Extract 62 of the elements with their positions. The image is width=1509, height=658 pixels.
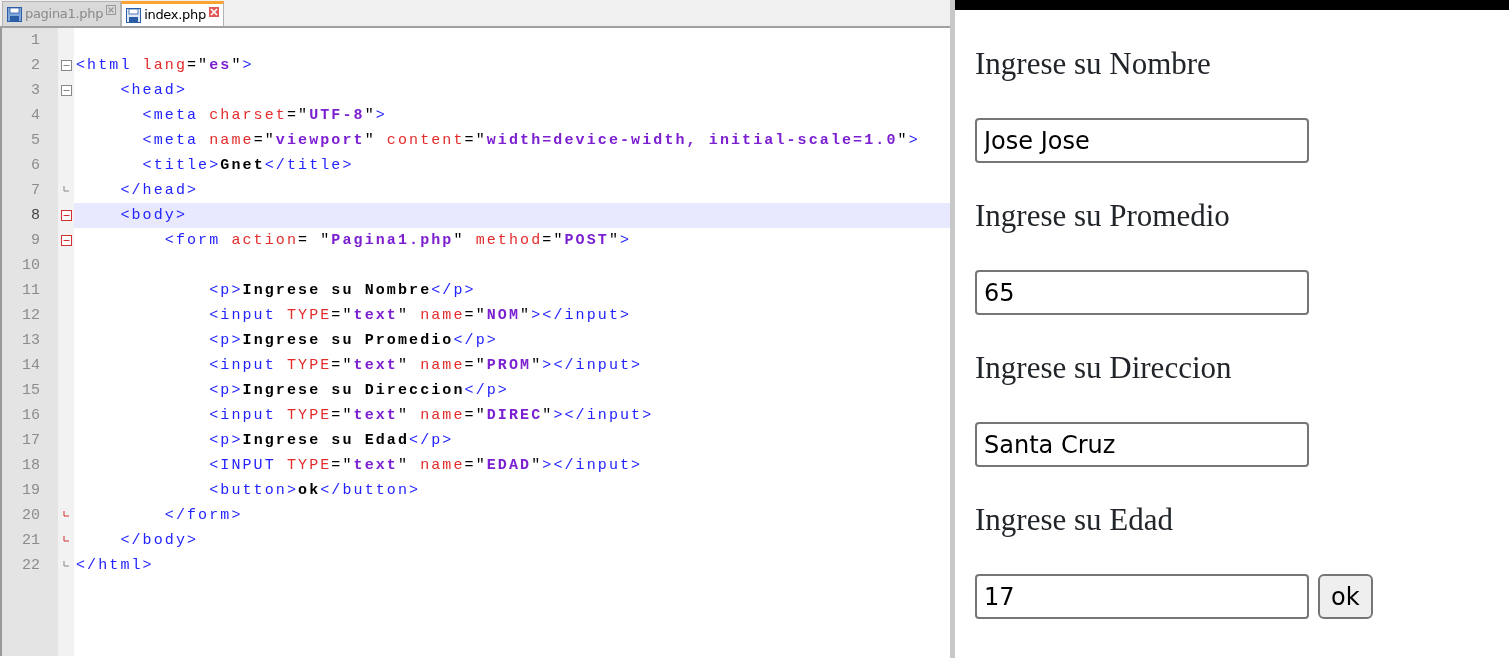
code-line: <form action= "Pagina1.php" method="POST"> (163, 231, 633, 251)
line-number: 1 (30, 31, 41, 51)
line-number: 8 (30, 206, 41, 226)
file-icon (7, 6, 22, 22)
code-line: <p>Ingrese su Promedio</p> (208, 331, 499, 351)
line-number: 7 (30, 181, 41, 201)
line-number: 19 (21, 481, 41, 501)
code-line: <p>Ingrese su Edad</p> (208, 431, 455, 451)
fold-end-icon (63, 561, 69, 570)
line-number: 20 (21, 506, 41, 526)
line-number: 10 (21, 256, 41, 276)
field-label: Ingrese su Direccion (975, 350, 1233, 386)
text-field[interactable]: 65 (975, 270, 1309, 315)
line-number: 5 (30, 131, 41, 151)
close-icon[interactable] (106, 5, 117, 15)
code-line: <button>ok</button> (208, 481, 422, 501)
line-number: 4 (30, 106, 41, 126)
line-number: 16 (21, 406, 41, 426)
file-tab[interactable]: index.php (121, 1, 224, 26)
line-number: 22 (21, 556, 41, 576)
text-field[interactable]: 17 (975, 574, 1309, 619)
code-line: <INPUT TYPE="text" name="EDAD"></input> (208, 456, 644, 476)
code-line: <meta name="viewport" content="width=device-width, initial-scale=1.0"> (141, 131, 921, 151)
line-number: 12 (21, 306, 41, 326)
fold-end-icon (63, 536, 69, 545)
ok-button[interactable]: ok (1318, 574, 1373, 619)
field-label: Ingrese su Nombre (975, 46, 1212, 82)
code-line: <html lang="es"> (75, 56, 255, 76)
line-number: 17 (21, 431, 41, 451)
line-number: 21 (21, 531, 41, 551)
code-line: <input TYPE="text" name="PROM"></input> (208, 356, 644, 376)
line-number: 18 (21, 456, 41, 476)
code-line: <p>Ingrese su Nombre</p> (208, 281, 477, 301)
close-icon[interactable] (208, 7, 219, 17)
line-number: 9 (30, 231, 41, 251)
line-number: 15 (21, 381, 41, 401)
code-line: <meta charset="UTF-8"> (141, 106, 388, 126)
fold-icon[interactable] (60, 210, 72, 221)
code-line: <head> (119, 81, 188, 101)
line-number: 13 (21, 331, 41, 351)
line-number: 14 (21, 356, 41, 376)
line-number: 11 (21, 281, 41, 301)
code-line: </body> (119, 531, 200, 551)
line-number: 3 (30, 81, 41, 101)
text-field[interactable]: Santa Cruz (975, 422, 1309, 467)
code-line: </head> (119, 181, 200, 201)
fold-end-icon (63, 186, 69, 195)
code-line: <title>Gnet</title> (141, 156, 355, 176)
code-line: </form> (163, 506, 244, 526)
code-line: <input TYPE="text" name="DIREC"></input> (208, 406, 655, 426)
code-line: </html> (75, 556, 155, 576)
line-number: 6 (30, 156, 41, 176)
fold-end-icon (63, 511, 69, 520)
field-label: Ingrese su Promedio (975, 198, 1231, 234)
code-line: <p>Ingrese su Direccion</p> (208, 381, 510, 401)
fold-icon[interactable] (60, 85, 72, 96)
fold-icon[interactable] (60, 235, 72, 246)
code-line: <input TYPE="text" name="NOM"></input> (208, 306, 633, 326)
line-number: 2 (30, 56, 41, 76)
fold-icon[interactable] (60, 60, 72, 71)
file-icon (126, 7, 142, 23)
field-label: Ingrese su Edad (975, 502, 1174, 538)
